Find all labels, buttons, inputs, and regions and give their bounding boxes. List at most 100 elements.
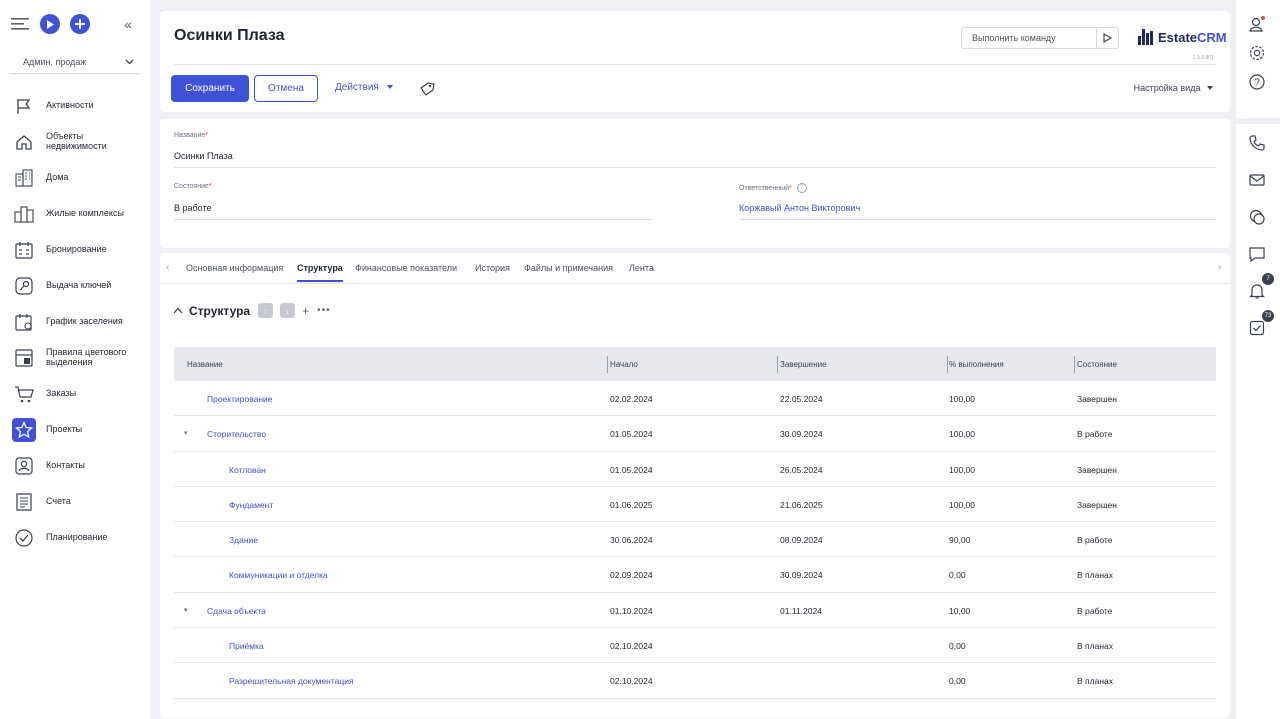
command-input[interactable]: Выполнить команду (961, 27, 1119, 49)
cell-name-link[interactable]: Сдача объекта (207, 606, 266, 616)
sidebar-item-color-rules[interactable]: Правила цветового выделения (0, 340, 150, 376)
sidebar-item-label: Дома (46, 172, 69, 183)
message-icon[interactable] (1246, 243, 1268, 265)
notifications-icon[interactable]: 7 (1246, 273, 1274, 302)
hamburger-menu-icon[interactable] (10, 14, 30, 34)
add-row-icon[interactable]: + (302, 304, 309, 318)
chevron-up-icon[interactable] (173, 307, 183, 314)
cell-name-link[interactable]: Разрешительная документация (229, 676, 354, 686)
run-command-icon[interactable] (1096, 28, 1118, 48)
sidebar-item-real-estate[interactable]: Объекты недвижимости (0, 124, 150, 160)
sidebar-item-booking[interactable]: Бронирование (0, 232, 150, 268)
help-icon[interactable]: ? (796, 183, 807, 193)
cell-start: 02.09.2024 (610, 570, 653, 581)
chevron-left-icon[interactable]: ‹ (166, 262, 169, 273)
responsible-field[interactable]: Коржавый Антон Викторович (739, 203, 1216, 220)
user-status-icon[interactable] (1246, 13, 1268, 35)
chats-icon[interactable] (1246, 206, 1268, 228)
sidebar-item-key-handover[interactable]: Выдача ключей (0, 268, 150, 304)
table-row[interactable]: Фундамент 01.06.2025 21.06.2025 100,00 Завер… (174, 487, 1216, 523)
help-circle-icon[interactable]: ? (1246, 71, 1268, 93)
table-row[interactable]: Здание 30.06.2024 08.09.2024 90,00 В работе (174, 522, 1216, 558)
sidebar-item-invoices[interactable]: Счета (0, 484, 150, 520)
name-label-text: Название (174, 132, 206, 139)
tab-feed[interactable]: Лента (629, 263, 654, 280)
table-row[interactable]: ▾ Сдача объекта 01.10.2024 01.11.2024 10,00 В… (174, 593, 1216, 629)
expand-toggle-icon[interactable]: ▾ (184, 429, 188, 437)
table-row[interactable]: Коммуникации и отделка 02.09.2024 30.09.20… (174, 557, 1216, 593)
phone-icon[interactable] (1246, 132, 1268, 154)
collapse-icon[interactable]: « (118, 14, 138, 34)
tab-files-notes[interactable]: Файлы и примечания (524, 263, 613, 280)
settings-icon[interactable] (1246, 42, 1268, 64)
more-icon[interactable]: ••• (317, 305, 331, 316)
tag-icon[interactable] (419, 81, 435, 102)
tasks-icon[interactable]: 73 (1246, 310, 1274, 339)
cell-name-link[interactable]: Проектирование (207, 394, 273, 404)
column-header-state[interactable]: Состояние (1077, 360, 1117, 369)
cell-name-link[interactable]: Здание (229, 535, 258, 545)
cancel-button[interactable]: Отмена (254, 75, 318, 102)
sidebar-item-projects[interactable]: Проекты (0, 412, 150, 448)
table-row[interactable]: Проектирование 02.02.2024 22.05.2024 100,00… (174, 381, 1216, 417)
sidebar-item-complexes[interactable]: Жилые комплексы (0, 196, 150, 232)
column-separator[interactable] (1074, 356, 1075, 373)
cell-state: Завершен (1077, 464, 1117, 475)
home-icon (12, 130, 36, 154)
column-separator[interactable] (947, 356, 948, 373)
tab-structure[interactable]: Структура (297, 263, 343, 282)
sidebar-item-planning[interactable]: Планирование (0, 520, 150, 556)
table-row[interactable]: ▾ Сторительство 01.05.2024 30.09.2024 100,00… (174, 416, 1216, 452)
column-header-start[interactable]: Начало (610, 360, 638, 369)
cell-name-link[interactable]: Приёмка (229, 641, 264, 651)
column-separator[interactable] (777, 356, 778, 373)
add-icon[interactable] (70, 14, 90, 34)
table-row[interactable]: Разрешительная документация 02.10.2024 0,0… (174, 663, 1216, 699)
cell-name-link[interactable]: Сторительство (207, 429, 266, 439)
view-settings-label: Настройка вида (1133, 83, 1201, 93)
play-icon[interactable] (40, 14, 60, 34)
chevron-right-icon[interactable]: › (1218, 262, 1221, 273)
state-label-text: Состояние (174, 183, 209, 190)
sidebar-item-contacts[interactable]: Контакты (0, 448, 150, 484)
name-label: Название* (174, 132, 209, 139)
view-settings-menu[interactable]: Настройка вида (1134, 83, 1214, 93)
structure-title: Структура (189, 303, 251, 318)
column-header-progress[interactable]: % выполнения (949, 360, 1004, 369)
tab-bar: ‹ Основная информация Структура Финансов… (160, 253, 1230, 284)
sidebar-item-orders[interactable]: Заказы (0, 376, 150, 412)
column-header-end[interactable]: Завершение (780, 360, 827, 369)
sidebar-item-houses[interactable]: Дома (0, 160, 150, 196)
move-up-icon[interactable]: ↑ (258, 303, 274, 318)
save-button[interactable]: Сохранить (171, 75, 249, 102)
sidebar-nav: Активности Объекты недвижимости Дома Жил… (0, 88, 150, 556)
sidebar-item-activities[interactable]: Активности (0, 88, 150, 124)
chevron-down-icon (125, 59, 134, 64)
sidebar-item-label: Объекты недвижимости (46, 131, 107, 151)
move-down-icon[interactable]: ↓ (280, 303, 296, 318)
left-sidebar: « Админ. продаж Активности Объекты недви… (0, 0, 150, 719)
cell-name-link[interactable]: Коммуникации и отделка (229, 570, 328, 580)
cell-name-link[interactable]: Фундамент (229, 500, 273, 510)
tab-financials[interactable]: Финансовые показатели (355, 263, 457, 280)
tab-history[interactable]: История (475, 263, 510, 280)
cell-progress: 0,00 (949, 641, 966, 652)
column-header-name[interactable]: Название (187, 360, 223, 369)
sidebar-item-label: Контакты (46, 460, 85, 471)
actions-menu[interactable]: Действия (335, 82, 394, 93)
cell-name-link[interactable]: Котлован (229, 465, 266, 475)
sidebar-item-settlement-schedule[interactable]: График заселения (0, 304, 150, 340)
state-field[interactable]: В работе (174, 203, 652, 220)
sidebar-item-label: Жилые комплексы (46, 208, 124, 219)
expand-toggle-icon[interactable]: ▾ (184, 606, 188, 614)
tab-main-info[interactable]: Основная информация (186, 263, 283, 280)
table-header: Название Начало Завершение % выполнения … (174, 347, 1216, 381)
table-row[interactable]: Приёмка 02.10.2024 0,00 В планах (174, 628, 1216, 664)
mail-icon[interactable] (1246, 169, 1268, 191)
name-field[interactable]: Осинки Плаза (174, 151, 1216, 168)
role-select[interactable]: Админ. продаж (10, 50, 140, 74)
cell-state: В планах (1077, 676, 1113, 687)
table-row[interactable]: Котлован 01.05.2024 26.05.2024 100,00 Заверш… (174, 452, 1216, 487)
column-separator[interactable] (607, 356, 608, 373)
cell-state: Завершен (1077, 394, 1117, 404)
